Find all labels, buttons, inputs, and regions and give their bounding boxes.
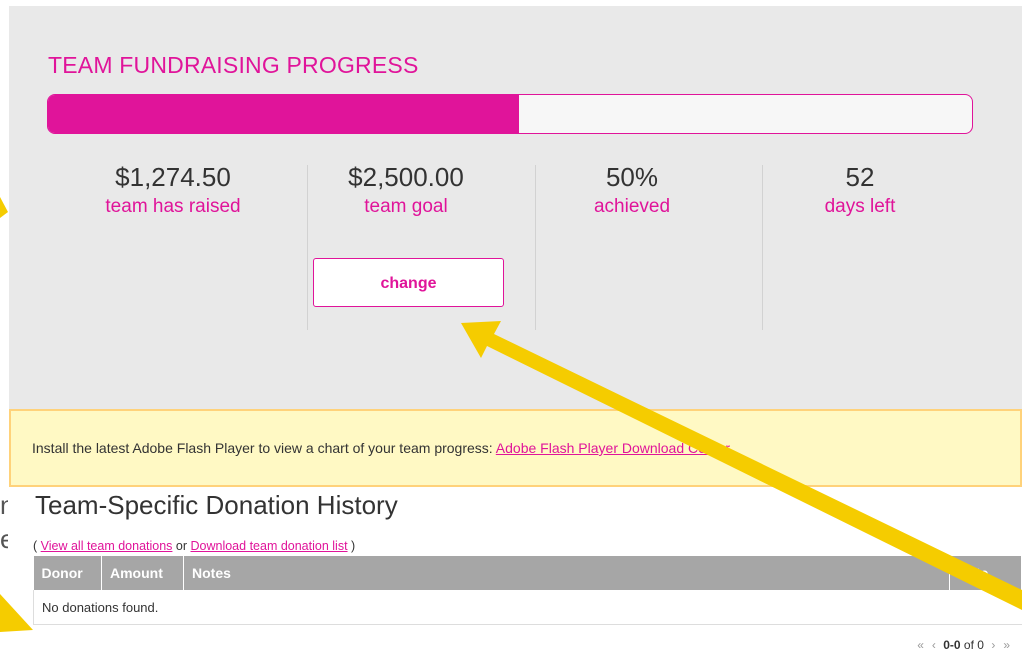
page-of-text: of xyxy=(960,638,978,652)
change-goal-button[interactable]: change xyxy=(313,258,504,307)
stat-goal-label: team goal xyxy=(364,196,448,217)
column-header-notes[interactable]: Notes xyxy=(183,556,950,590)
stat-raised-value: $1,274.50 xyxy=(115,162,231,192)
stat-achieved: 50% achieved xyxy=(532,160,732,220)
left-edge-text-fragment: n xyxy=(0,490,8,520)
stat-goal-value: $2,500.00 xyxy=(348,162,464,192)
page-total: 0 xyxy=(977,638,984,652)
stat-days-left-label: days left xyxy=(824,196,896,217)
donation-history-title: Team-Specific Donation History xyxy=(35,490,398,520)
view-all-donations-link[interactable]: View all team donations xyxy=(41,539,173,553)
column-header-donor[interactable]: Donor xyxy=(33,556,102,590)
flash-notice: Install the latest Adobe Flash Player to… xyxy=(9,409,1022,487)
column-header-date[interactable]: Date xyxy=(949,556,1022,590)
pagination: « ‹ 0-0 of 0 › » xyxy=(913,638,1014,652)
page-range: 0-0 xyxy=(943,638,961,652)
flash-notice-message: Install the latest Adobe Flash Player to… xyxy=(32,440,496,456)
table-header-row: Donor Amount Notes Date xyxy=(33,556,1022,590)
paren-close: ) xyxy=(347,539,356,553)
flash-download-link[interactable]: Adobe Flash Player Download Center xyxy=(496,440,730,456)
stat-achieved-label: achieved xyxy=(593,196,671,217)
annotation-arrow-icon xyxy=(0,197,8,218)
next-page-icon[interactable]: › xyxy=(991,638,995,652)
stat-raised-label: team has raised xyxy=(105,196,241,217)
empty-table-message: No donations found. xyxy=(33,590,1022,625)
table-row: No donations found. xyxy=(33,590,1022,625)
progress-bar-fill xyxy=(48,95,520,133)
column-header-amount[interactable]: Amount xyxy=(101,556,184,590)
or-text: or xyxy=(172,539,191,553)
previous-page-icon[interactable]: ‹ xyxy=(932,638,936,652)
stat-goal: $2,500.00 team goal xyxy=(306,160,506,220)
first-page-icon[interactable]: « xyxy=(917,638,924,652)
stat-raised: $1,274.50 team has raised xyxy=(73,160,273,220)
stat-days-left: 52 days left xyxy=(760,160,960,220)
last-page-icon[interactable]: » xyxy=(1003,638,1010,652)
donations-table: Donor Amount Notes Date No donations fou… xyxy=(33,556,1022,625)
download-donation-list-link[interactable]: Download team donation list xyxy=(191,539,348,553)
left-edge-text-fragment: e xyxy=(0,524,8,554)
donation-history-links: ( View all team donations or Download te… xyxy=(33,539,355,553)
annotation-arrow-icon xyxy=(0,594,33,632)
progress-bar xyxy=(47,94,973,134)
flash-notice-text: Install the latest Adobe Flash Player to… xyxy=(32,440,730,456)
progress-title: TEAM FUNDRAISING PROGRESS xyxy=(48,52,419,78)
paren-open: ( xyxy=(33,539,41,553)
stat-achieved-value: 50% xyxy=(605,162,659,192)
stat-days-left-value: 52 xyxy=(845,162,875,192)
